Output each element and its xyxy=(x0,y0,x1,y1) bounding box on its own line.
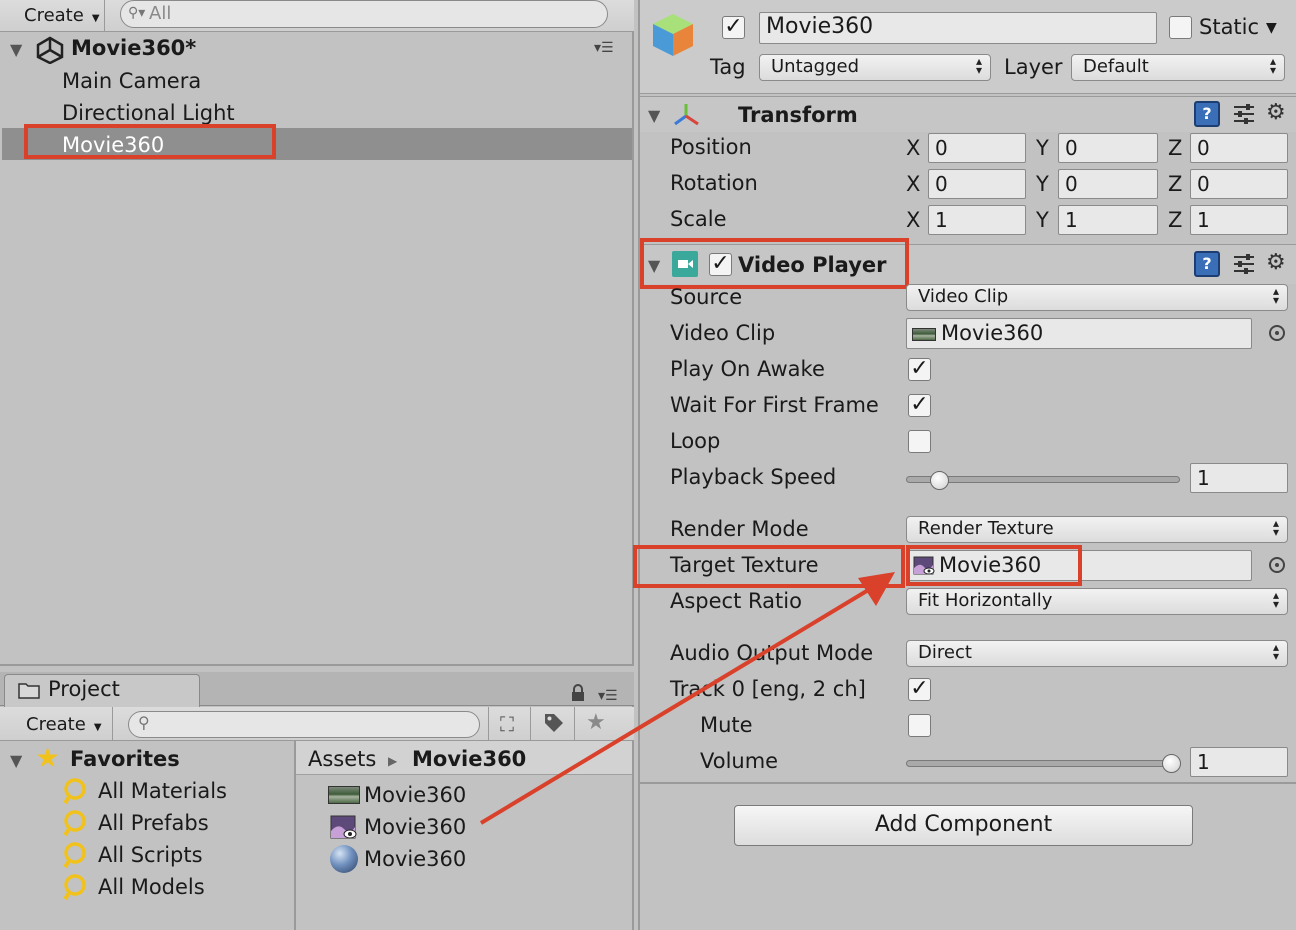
annotation-arrow xyxy=(479,572,895,825)
